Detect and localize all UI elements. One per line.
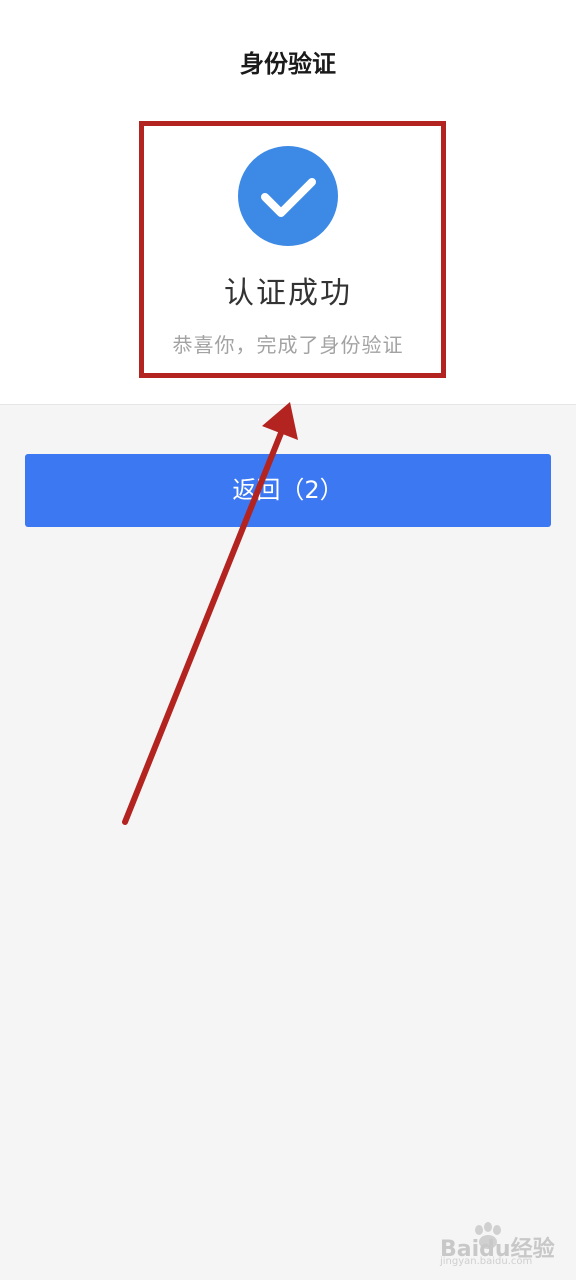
watermark-url: jingyan.baidu.com: [440, 1256, 533, 1267]
page-title: 身份验证: [240, 50, 336, 78]
watermark: Baidu经验 jingyan.baidu.com: [440, 1222, 560, 1267]
arrowhead-icon: [262, 402, 298, 440]
annotation-highlight-box: [139, 121, 446, 378]
result-panel: 身份验证 认证成功 恭喜你，完成了身份验证: [0, 0, 576, 405]
return-button[interactable]: 返回（2）: [25, 454, 551, 527]
